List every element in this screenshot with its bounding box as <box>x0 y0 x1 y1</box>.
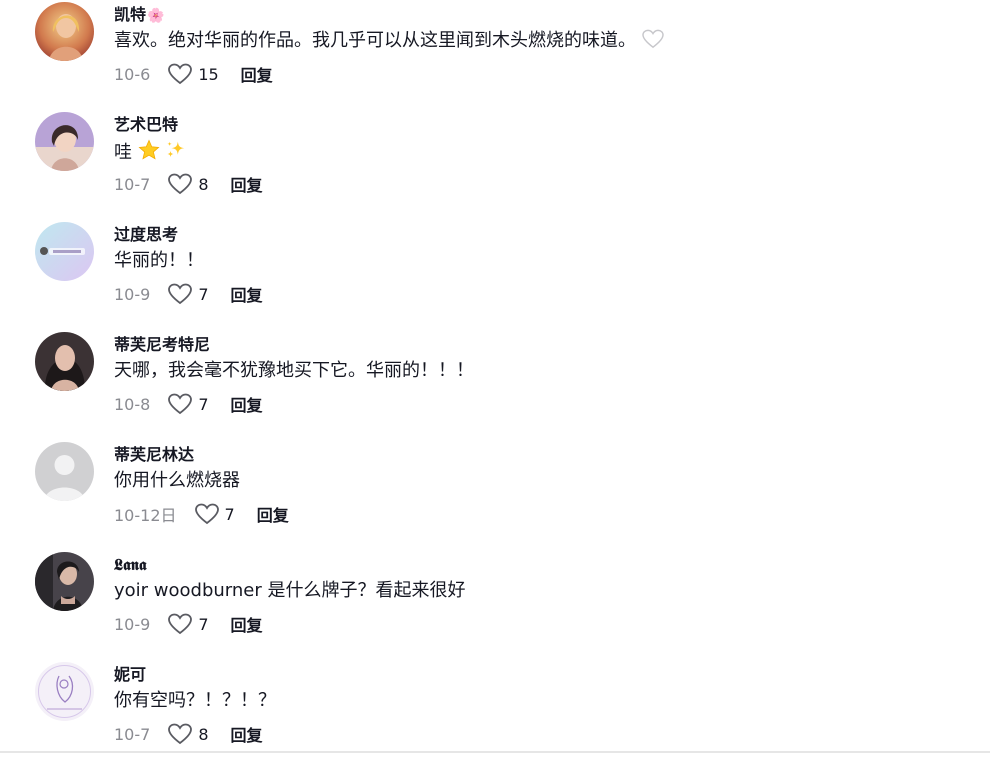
comment-text: 天哪，我会毫不犹豫地买下它。华丽的！！！ <box>114 359 474 383</box>
comment-text-body: 你有空吗？！？！？ <box>114 690 276 711</box>
avatar[interactable] <box>35 332 94 391</box>
comment-date: 10-8 <box>114 394 151 414</box>
comment-item: 艺术巴特 哇 10-7 8 回复 <box>0 110 990 210</box>
comment-text-body: yoir woodburner 是什么牌子？看起来很好 <box>114 580 466 601</box>
like-count: 7 <box>224 504 235 524</box>
comment-text: 你有空吗？！？！？ <box>114 689 276 713</box>
like-button[interactable]: 7 <box>168 283 209 305</box>
comment-username[interactable]: 蒂芙尼林达 <box>114 445 194 465</box>
comment-username[interactable]: 艺术巴特 <box>114 115 178 135</box>
comment-username[interactable]: 凯特🌸 <box>114 5 164 26</box>
comment-item: 妮可 你有空吗？！？！？ 10-7 8 回复 <box>0 660 990 760</box>
comment-item: 蒂芙尼考特尼 天哪，我会毫不犹豫地买下它。华丽的！！！ 10-8 7 回复 <box>0 330 990 430</box>
comment-item: 凯特🌸 喜欢。绝对华丽的作品。我几乎可以从这里闻到木头燃烧的味道。 10-6 1… <box>0 0 990 100</box>
flower-emoji: 🌸 <box>147 8 165 24</box>
comment-date: 10-9 <box>114 614 151 634</box>
comment-date: 10-7 <box>114 174 151 194</box>
like-button[interactable]: 7 <box>194 503 235 525</box>
comment-text-body: 天哪，我会毫不犹豫地买下它。华丽的！！！ <box>114 360 474 381</box>
like-button[interactable]: 7 <box>168 613 209 635</box>
like-count: 7 <box>198 614 209 634</box>
comment-text-body: 你用什么燃烧器 <box>114 470 240 491</box>
avatar[interactable] <box>35 552 94 611</box>
comment-date: 10-9 <box>114 284 151 304</box>
comment-meta: 10-8 7 回复 <box>114 392 263 416</box>
avatar-image <box>35 662 94 721</box>
comment-username[interactable]: 过度思考 <box>114 225 178 245</box>
like-count: 15 <box>198 64 219 84</box>
comment-text-body: 喜欢。绝对华丽的作品。我几乎可以从这里闻到木头燃烧的味道。 <box>114 30 636 51</box>
like-button[interactable]: 8 <box>168 723 209 745</box>
heart-icon <box>194 503 219 525</box>
reply-button[interactable]: 回复 <box>257 502 289 526</box>
comment-text: 你用什么燃烧器 <box>114 469 240 493</box>
avatar-image <box>35 552 94 611</box>
reply-button[interactable]: 回复 <box>231 172 263 196</box>
avatar[interactable] <box>35 222 94 281</box>
avatar-image <box>35 332 94 391</box>
like-count: 8 <box>198 724 209 744</box>
comment-meta: 10-9 7 回复 <box>114 612 263 636</box>
comment-meta: 10-12日 7 回复 <box>114 502 289 526</box>
avatar[interactable] <box>35 662 94 721</box>
heart-icon <box>168 283 193 305</box>
comment-meta: 10-9 7 回复 <box>114 282 263 306</box>
comment-text: 喜欢。绝对华丽的作品。我几乎可以从这里闻到木头燃烧的味道。 <box>114 29 664 56</box>
like-count: 7 <box>198 284 209 304</box>
avatar[interactable] <box>35 442 94 501</box>
comment-item: 蒂芙尼林达 你用什么燃烧器 10-12日 7 回复 <box>0 440 990 540</box>
like-button[interactable]: 7 <box>168 393 209 415</box>
comment-text-body: 哇 <box>114 142 132 163</box>
avatar-image <box>35 2 94 61</box>
avatar[interactable] <box>35 112 94 171</box>
heart-icon <box>168 63 193 85</box>
reply-button[interactable]: 回复 <box>231 612 263 636</box>
comment-text-body: 华丽的！！ <box>114 250 204 271</box>
heart-icon <box>168 173 193 195</box>
comment-text: 哇 <box>114 139 187 168</box>
outline-heart-icon <box>642 29 664 56</box>
like-count: 8 <box>198 174 209 194</box>
comment-username[interactable]: 𝕷𝖆𝖓𝖆 <box>114 555 146 575</box>
sparkles-emoji <box>165 139 187 168</box>
comment-username[interactable]: 妮可 <box>114 665 146 685</box>
reply-button[interactable]: 回复 <box>231 392 263 416</box>
default-avatar-icon <box>35 442 94 501</box>
like-button[interactable]: 15 <box>168 63 219 85</box>
avatar[interactable] <box>35 2 94 61</box>
comment-date: 10-6 <box>114 64 151 84</box>
comment-meta: 10-7 8 回复 <box>114 172 263 196</box>
comment-item: 过度思考 华丽的！！ 10-9 7 回复 <box>0 220 990 320</box>
reply-button[interactable]: 回复 <box>241 62 273 86</box>
comment-list: 凯特🌸 喜欢。绝对华丽的作品。我几乎可以从这里闻到木头燃烧的味道。 10-6 1… <box>0 0 990 753</box>
comment-text: yoir woodburner 是什么牌子？看起来很好 <box>114 579 465 603</box>
comment-username[interactable]: 蒂芙尼考特尼 <box>114 335 210 355</box>
avatar-image <box>35 112 94 171</box>
star-emoji <box>138 139 160 168</box>
avatar-image <box>35 222 94 281</box>
heart-icon <box>168 613 193 635</box>
comment-text: 华丽的！！ <box>114 249 204 273</box>
like-button[interactable]: 8 <box>168 173 209 195</box>
comment-meta: 10-6 15 回复 <box>114 62 273 86</box>
reply-button[interactable]: 回复 <box>231 722 263 746</box>
comment-date: 10-7 <box>114 724 151 744</box>
heart-icon <box>168 723 193 745</box>
comment-date: 10-12日 <box>114 506 177 525</box>
comment-meta: 10-7 8 回复 <box>114 722 263 746</box>
heart-icon <box>168 393 193 415</box>
reply-button[interactable]: 回复 <box>231 282 263 306</box>
like-count: 7 <box>198 394 209 414</box>
comment-item: 𝕷𝖆𝖓𝖆 yoir woodburner 是什么牌子？看起来很好 10-9 7 … <box>0 550 990 650</box>
